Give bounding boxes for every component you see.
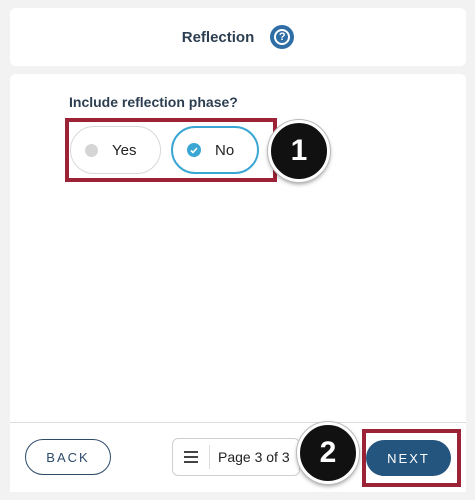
- page-title: Reflection: [181, 28, 255, 46]
- radio-unchecked-icon: [85, 143, 98, 157]
- menu-icon: [173, 451, 209, 463]
- option-yes[interactable]: Yes: [70, 126, 161, 174]
- page-selector[interactable]: Page 3 of 3: [172, 438, 300, 476]
- option-no-label: No: [215, 141, 235, 159]
- step-badge-1: 1: [268, 120, 330, 182]
- step-badge-2: 2: [297, 422, 359, 484]
- next-button[interactable]: NEXT: [366, 440, 451, 476]
- option-yes-label: Yes: [112, 141, 137, 159]
- page-indicator: Page 3 of 3: [218, 449, 290, 465]
- footer: BACK Page 3 of 3 NEXT: [10, 422, 466, 492]
- header: Reflection ?: [10, 8, 466, 66]
- option-no[interactable]: No: [171, 126, 259, 174]
- back-button[interactable]: BACK: [25, 439, 111, 475]
- question-panel: Include reflection phase? Yes No 1: [10, 74, 466, 422]
- help-circle-icon[interactable]: ?: [270, 25, 295, 49]
- checkmark-icon: [187, 143, 201, 157]
- question-label: Include reflection phase?: [69, 94, 238, 110]
